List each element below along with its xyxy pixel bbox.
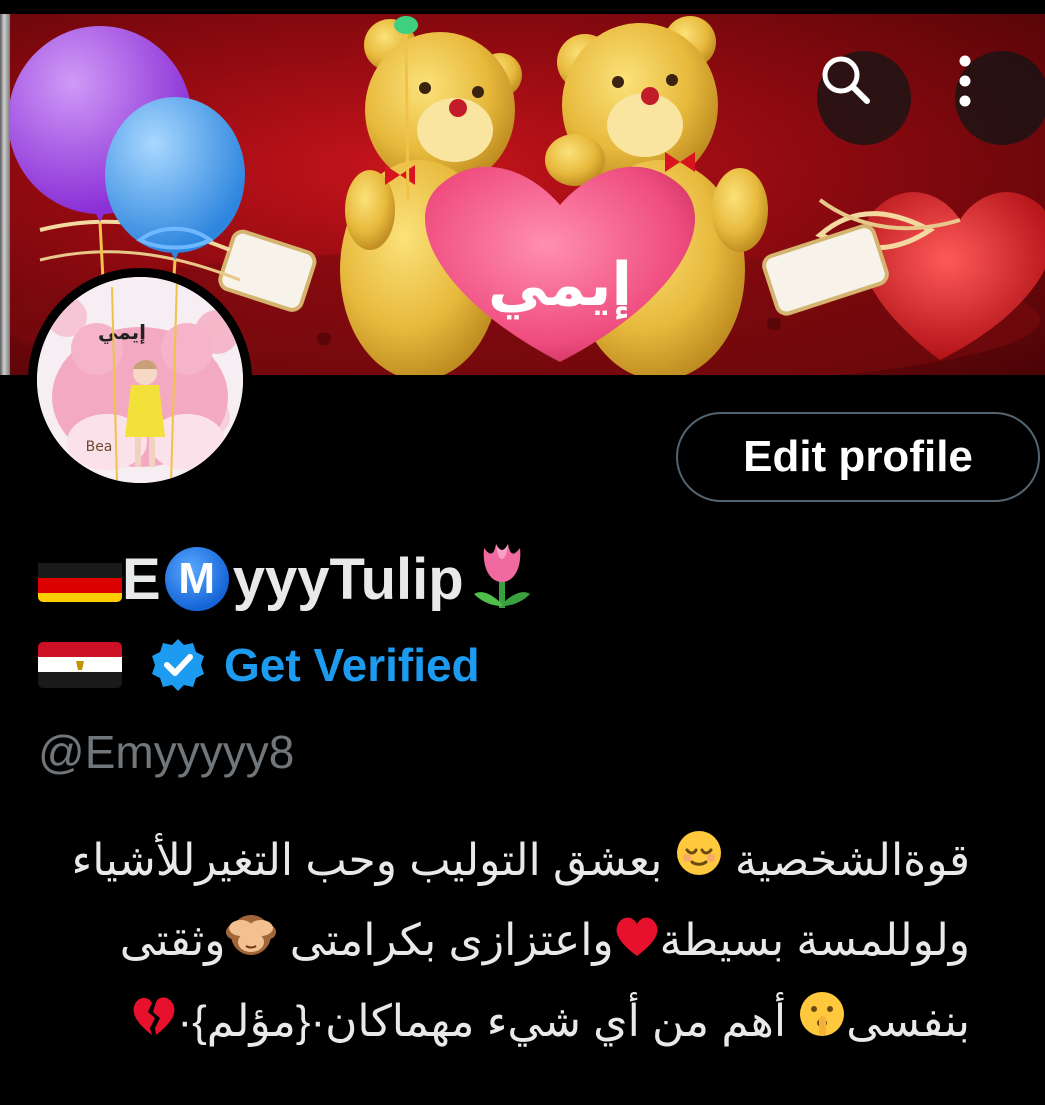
shushing-face-icon bbox=[798, 985, 846, 1063]
banner-edge bbox=[0, 14, 10, 375]
user-handle: @Emyyyyy8 bbox=[38, 726, 295, 778]
bio-line-1: قوةالشخصية بعشق التوليب وحب التغيرللأشيا… bbox=[30, 822, 970, 902]
profile-page: إيمي إيمي Bea Edit profile E M yyyTulip … bbox=[0, 0, 1045, 1105]
bio-text: ولوللمسة بسيطة bbox=[659, 916, 970, 966]
avatar-bear-text: Bea bbox=[86, 439, 113, 455]
bio-text: أهم من أي شيء مهماكان·{مؤلم}· bbox=[177, 996, 787, 1046]
see-no-evil-monkey-icon bbox=[225, 905, 277, 983]
broken-heart-icon bbox=[131, 985, 177, 1063]
avatar[interactable]: إيمي Bea bbox=[28, 268, 252, 492]
name-suffix: yyyTulip bbox=[232, 546, 464, 612]
bio-text: وثقتى bbox=[119, 916, 226, 966]
name-prefix: E bbox=[122, 546, 161, 612]
bio-text: بعشق التوليب وحب التغيرللأشياء bbox=[71, 836, 663, 885]
bio-text: واعتزازى بكرامتى bbox=[289, 916, 614, 966]
edit-profile-button[interactable]: Edit profile bbox=[676, 412, 1040, 502]
more-options-button[interactable] bbox=[955, 51, 1045, 145]
more-vertical-icon bbox=[959, 55, 971, 107]
bio-text: بنفسى bbox=[846, 996, 970, 1046]
avatar-image: إيمي Bea bbox=[37, 277, 243, 483]
avatar-text: إيمي bbox=[98, 320, 146, 345]
egypt-flag-icon bbox=[38, 642, 122, 688]
verified-badge-icon[interactable] bbox=[150, 637, 206, 693]
germany-flag-icon bbox=[38, 556, 122, 602]
display-name: E M yyyTulip bbox=[38, 534, 534, 624]
bio-line-3: بنفسى أهم من أي شيء مهماكان·{مؤلم}· bbox=[30, 983, 970, 1063]
bio-text: قوةالشخصية bbox=[734, 836, 970, 885]
profile-bio: قوةالشخصية بعشق التوليب وحب التغيرللأشيا… bbox=[30, 822, 970, 1063]
search-button[interactable] bbox=[817, 51, 911, 145]
circled-m-icon: M bbox=[164, 547, 229, 611]
status-bar-strip bbox=[0, 0, 1045, 14]
search-icon bbox=[822, 56, 870, 104]
red-heart-icon bbox=[614, 905, 660, 983]
bio-line-2: ولوللمسة بسيطة واعتزازى بكرامتى وثقتى bbox=[30, 902, 970, 982]
banner-heart-text: إيمي bbox=[488, 250, 632, 320]
relieved-face-icon bbox=[675, 824, 723, 902]
get-verified-link[interactable]: Get Verified bbox=[224, 638, 480, 692]
verified-row: Get Verified bbox=[38, 632, 480, 698]
next-line-clipped bbox=[30, 1090, 590, 1105]
tulip-icon bbox=[470, 534, 534, 624]
